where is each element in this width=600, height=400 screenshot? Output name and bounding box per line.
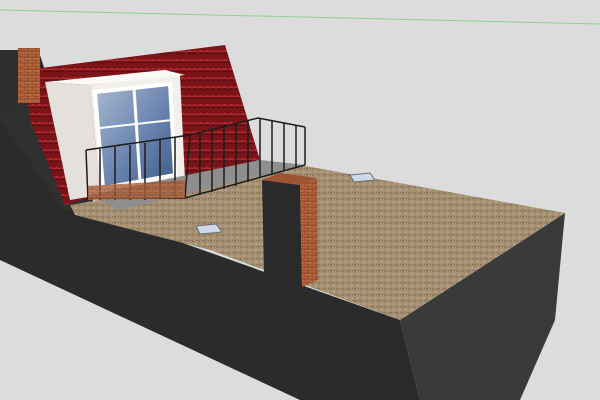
left-chimney-side (0, 50, 18, 110)
skylight-right (349, 172, 376, 183)
left-chimney (18, 48, 40, 103)
center-chimney-side (300, 178, 318, 287)
center-chimney-front (262, 180, 302, 287)
roof-terrace-scene (0, 0, 600, 400)
